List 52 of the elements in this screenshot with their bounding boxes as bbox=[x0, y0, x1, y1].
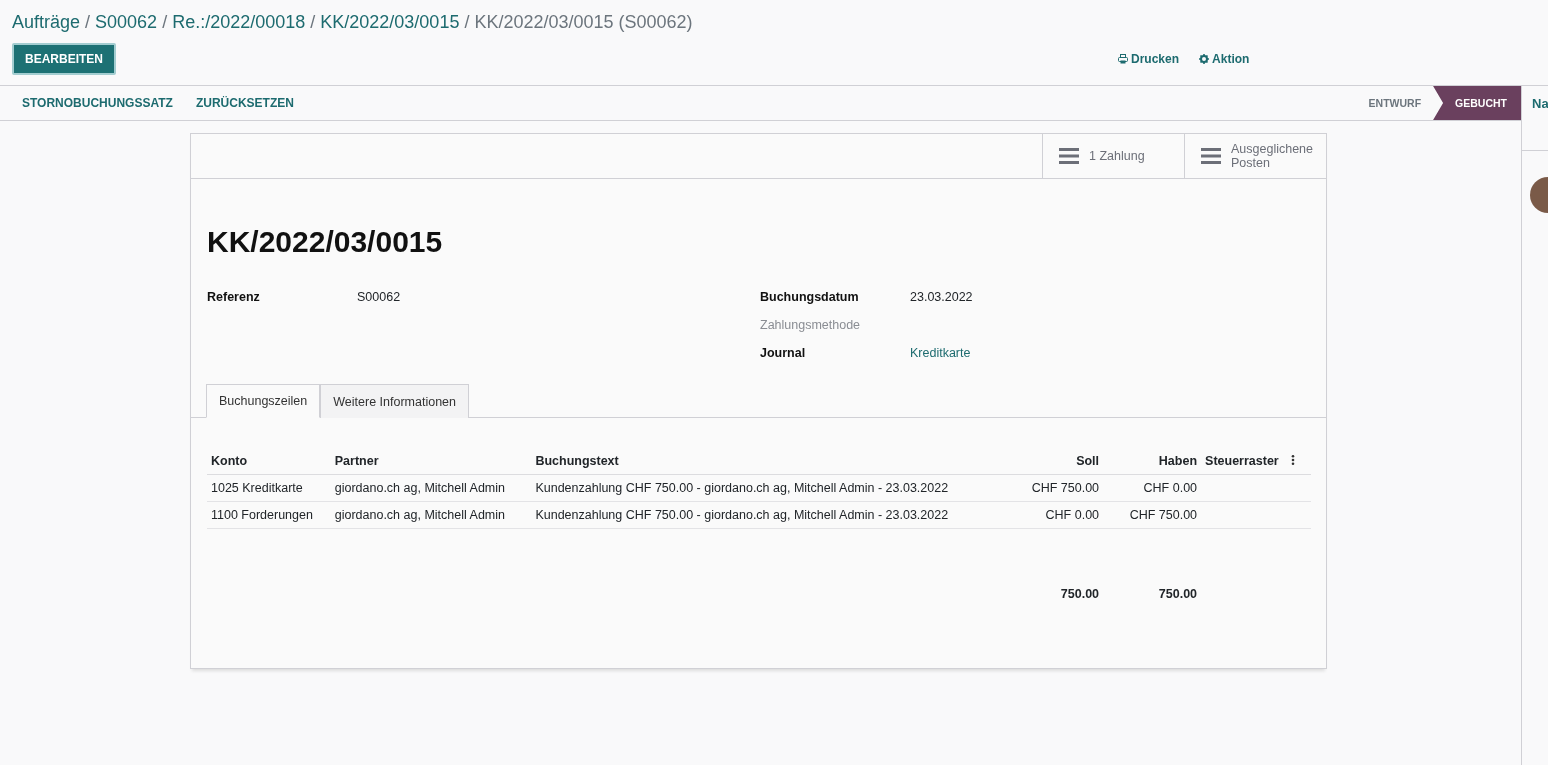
breadcrumb-separator: / bbox=[310, 12, 316, 33]
column-header[interactable]: Steuerraster bbox=[1201, 448, 1311, 475]
breadcrumb-separator: / bbox=[85, 12, 91, 33]
smart-button[interactable]: Ausgeglichene Posten bbox=[1184, 134, 1326, 178]
total-cell: 750.00 bbox=[1060, 586, 1100, 601]
field-label: Referenz bbox=[207, 289, 261, 304]
column-header[interactable]: Konto bbox=[207, 448, 331, 475]
list-icon bbox=[1059, 148, 1079, 164]
more-options-icon bbox=[1290, 455, 1295, 465]
breadcrumb-separator: / bbox=[162, 12, 168, 33]
edit-button[interactable]: BEARBEITEN bbox=[12, 43, 116, 75]
table-cell: 1100 Forderungen bbox=[211, 508, 313, 522]
table-cell: Kundenzahlung CHF 750.00 - giordano.ch ag, Mitchell Admin - 23.03.2022 bbox=[535, 508, 949, 522]
table-cell: CHF 750.00 bbox=[1129, 508, 1198, 522]
smart-button[interactable]: 1 Zahlung bbox=[1042, 134, 1184, 178]
breadcrumb-link[interactable]: KK/2022/03/0015 bbox=[320, 12, 460, 33]
table-cell: giordano.ch ag, Mitchell Admin bbox=[334, 481, 505, 495]
table-cell: CHF 750.00 bbox=[1031, 481, 1100, 495]
notebook-tab[interactable]: Weitere Informationen bbox=[320, 384, 469, 418]
field-link[interactable]: Kreditkarte bbox=[910, 345, 971, 360]
breadcrumb-link[interactable]: S00062 bbox=[95, 12, 158, 33]
table-cell: CHF 0.00 bbox=[1045, 508, 1100, 522]
printer-icon bbox=[1118, 54, 1128, 64]
print-button[interactable]: Drucken bbox=[1118, 52, 1180, 66]
column-header[interactable]: Buchungstext bbox=[531, 448, 1006, 475]
field-value: S00062 bbox=[357, 289, 401, 304]
table-cell: Kundenzahlung CHF 750.00 - giordano.ch ag, Mitchell Admin - 23.03.2022 bbox=[535, 481, 949, 495]
notebook-tab[interactable]: Buchungszeilen bbox=[206, 384, 321, 418]
table-cell: giordano.ch ag, Mitchell Admin bbox=[334, 508, 505, 522]
table-cell: 1025 Kreditkarte bbox=[211, 481, 303, 495]
gear-icon bbox=[1199, 54, 1210, 64]
breadcrumb-link[interactable]: Aufträge bbox=[12, 12, 81, 33]
breadcrumb-separator: / bbox=[464, 12, 470, 33]
chatter-button[interactable]: Na bbox=[1532, 96, 1548, 111]
header-button[interactable]: ZURÜCKSETZEN bbox=[195, 96, 294, 110]
status-step[interactable]: GEBUCHT bbox=[1433, 86, 1521, 120]
list-icon bbox=[1201, 148, 1221, 164]
breadcrumb-current: KK/2022/03/0015 (S00062) bbox=[474, 12, 693, 33]
column-header[interactable]: Partner bbox=[330, 448, 532, 475]
field-label: Zahlungsmethode bbox=[760, 317, 862, 332]
breadcrumb-link[interactable]: Re.:/2022/00018 bbox=[172, 12, 306, 33]
field-value: 23.03.2022 bbox=[910, 289, 973, 304]
header-button[interactable]: STORNOBUCHUNGSSATZ bbox=[22, 96, 173, 110]
record-title: KK/2022/03/0015 bbox=[207, 225, 444, 259]
table-cell: CHF 0.00 bbox=[1143, 481, 1198, 495]
column-header[interactable]: Haben bbox=[1103, 448, 1202, 475]
action-button[interactable]: Aktion bbox=[1199, 52, 1250, 66]
status-step[interactable]: ENTWURF bbox=[1350, 86, 1434, 120]
column-header[interactable]: Soll bbox=[1005, 448, 1104, 475]
field-label: Journal bbox=[760, 345, 807, 360]
field-label: Buchungsdatum bbox=[760, 289, 860, 304]
total-cell: 750.00 bbox=[1158, 586, 1198, 601]
